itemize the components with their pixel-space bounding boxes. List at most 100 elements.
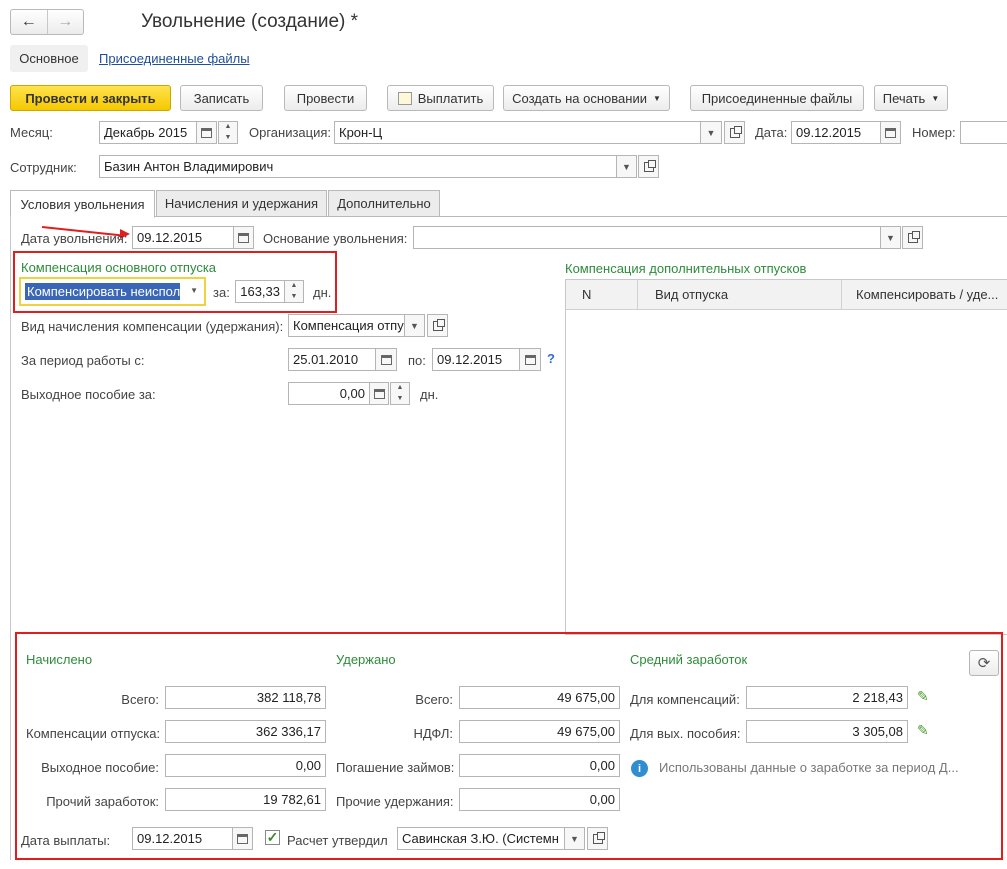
severance-unit: дн. [420,387,439,402]
tab-dismissal-conditions[interactable]: Условия увольнения [10,190,155,218]
withheld-other-label: Прочие удержания: [336,794,454,809]
accrued-other-label: Прочий заработок: [46,794,159,809]
month-field[interactable]: Декабрь 2015 [99,121,197,144]
main-vacation-title: Компенсация основного отпуска [21,260,217,275]
help-icon[interactable]: ? [547,351,555,366]
pay-button[interactable]: Выплатить [387,85,494,111]
employee-field[interactable]: Базин Антон Владимирович [99,155,617,178]
extra-vacations-table[interactable]: N Вид отпуска Компенсировать / уде... [565,279,1007,635]
dropdown-arrow-icon: ▼ [190,286,198,295]
basis-dropdown-button[interactable]: ▼ [880,226,901,249]
dismissal-date-field[interactable]: 09.12.2015 [132,226,234,249]
days-unit: дн. [313,285,332,300]
create-based-button[interactable]: Создать на основании ▼ [503,85,670,111]
withheld-other-field: 0,00 [459,788,620,811]
dismissal-date-calendar-button[interactable] [233,226,254,249]
average-info-link[interactable]: Использованы данные о заработке за перио… [659,760,959,775]
organization-dropdown-button[interactable]: ▼ [700,121,722,144]
tab-accruals-deductions[interactable]: Начисления и удержания [156,190,327,217]
back-arrow-icon[interactable]: ← [11,10,48,34]
attached-files-button[interactable]: Присоединенные файлы [690,85,864,111]
pay-icon [397,91,412,105]
date-calendar-button[interactable] [880,121,901,144]
accrued-title: Начислено [26,652,93,667]
days-field[interactable]: 163,33 [235,280,285,303]
open-icon [907,230,920,243]
accrued-total-field: 382 118,78 [165,686,326,709]
extra-vacations-title: Компенсация дополнительных отпусков [565,261,807,276]
employee-dropdown-button[interactable]: ▼ [616,155,637,178]
severance-calc-button[interactable] [369,382,389,405]
accrued-severance-field: 0,00 [165,754,326,777]
open-icon [592,831,605,844]
post-and-close-button[interactable]: Провести и закрыть [10,85,171,111]
compensate-select[interactable]: Компенсировать неиспол ▼ [19,277,206,306]
column-header-n[interactable]: N [566,280,638,310]
column-header-vacation-type[interactable]: Вид отпуска [638,280,842,310]
basis-field[interactable] [413,226,881,249]
open-icon [432,318,445,331]
pay-label: Выплатить [417,90,484,106]
organization-field[interactable]: Крон-Ц [334,121,701,144]
approver-open-button[interactable] [587,827,608,850]
info-icon: i [631,760,648,777]
compensate-select-value: Компенсировать неиспол [25,283,180,300]
section-tab-main[interactable]: Основное [10,45,88,72]
period-from-field[interactable]: 25.01.2010 [288,348,376,371]
approver-field[interactable]: Савинская З.Ю. (Системн [397,827,565,850]
date-field[interactable]: 09.12.2015 [791,121,881,144]
dropdown-arrow-icon: ▼ [931,93,940,103]
post-button[interactable]: Провести [284,85,367,111]
open-icon [643,159,656,172]
month-calendar-button[interactable] [196,121,217,144]
basis-open-button[interactable] [902,226,923,249]
approver-dropdown-button[interactable]: ▼ [564,827,585,850]
average-sev-label: Для вых. пособия: [630,726,741,741]
calendar-icon [885,127,896,138]
print-label: Печать [882,90,926,106]
days-spinner[interactable]: ▲ ▼ [284,280,304,303]
page-title: Увольнение (создание) * [141,11,359,32]
pay-date-label: Дата выплаты: [21,833,111,848]
tab-additional[interactable]: Дополнительно [328,190,440,217]
employee-label: Сотрудник: [10,160,77,175]
accrued-vacation-label: Компенсации отпуска: [26,726,161,741]
accrual-type-field[interactable]: Компенсация отпус [288,314,405,337]
calendar-icon [237,833,248,844]
edit-sev-pencil-icon[interactable]: ✎ [917,722,929,739]
pay-date-field[interactable]: 09.12.2015 [132,827,233,850]
approved-checkbox[interactable]: ✓ [265,830,280,845]
accrual-type-dropdown-button[interactable]: ▼ [404,314,425,337]
forward-arrow-icon[interactable]: → [48,10,84,34]
severance-spinner[interactable]: ▲ ▼ [390,382,410,405]
severance-days-field[interactable]: 0,00 [288,382,370,405]
section-tab-files[interactable]: Присоединенные файлы [99,51,250,66]
number-label: Номер: [912,125,956,140]
period-from-calendar-button[interactable] [375,348,397,371]
refresh-button[interactable]: ⟳ [969,650,999,676]
month-spinner[interactable]: ▲ ▼ [218,121,238,144]
organization-label: Организация: [249,125,332,140]
average-title: Средний заработок [630,652,748,667]
withheld-total-field: 49 675,00 [459,686,620,709]
number-field[interactable] [960,121,1007,144]
month-label: Месяц: [10,125,53,140]
severance-label: Выходное пособие за: [21,387,156,402]
save-button[interactable]: Записать [180,85,263,111]
period-to-calendar-button[interactable] [519,348,541,371]
calendar-icon [201,127,212,138]
basis-label: Основание увольнения: [263,231,408,246]
period-to-field[interactable]: 09.12.2015 [432,348,520,371]
pay-date-calendar-button[interactable] [232,827,253,850]
date-label: Дата: [755,125,788,140]
accrued-vacation-field: 362 336,17 [165,720,326,743]
withheld-total-label: Всего: [415,692,453,707]
create-based-label: Создать на основании [512,90,647,106]
accrual-type-open-button[interactable] [427,314,448,337]
employee-open-button[interactable] [638,155,659,178]
withheld-ndfl-field: 49 675,00 [459,720,620,743]
organization-open-button[interactable] [724,121,745,144]
print-button[interactable]: Печать ▼ [874,85,948,111]
column-header-compensate[interactable]: Компенсировать / уде... [842,280,1007,310]
edit-comp-pencil-icon[interactable]: ✎ [917,688,929,705]
